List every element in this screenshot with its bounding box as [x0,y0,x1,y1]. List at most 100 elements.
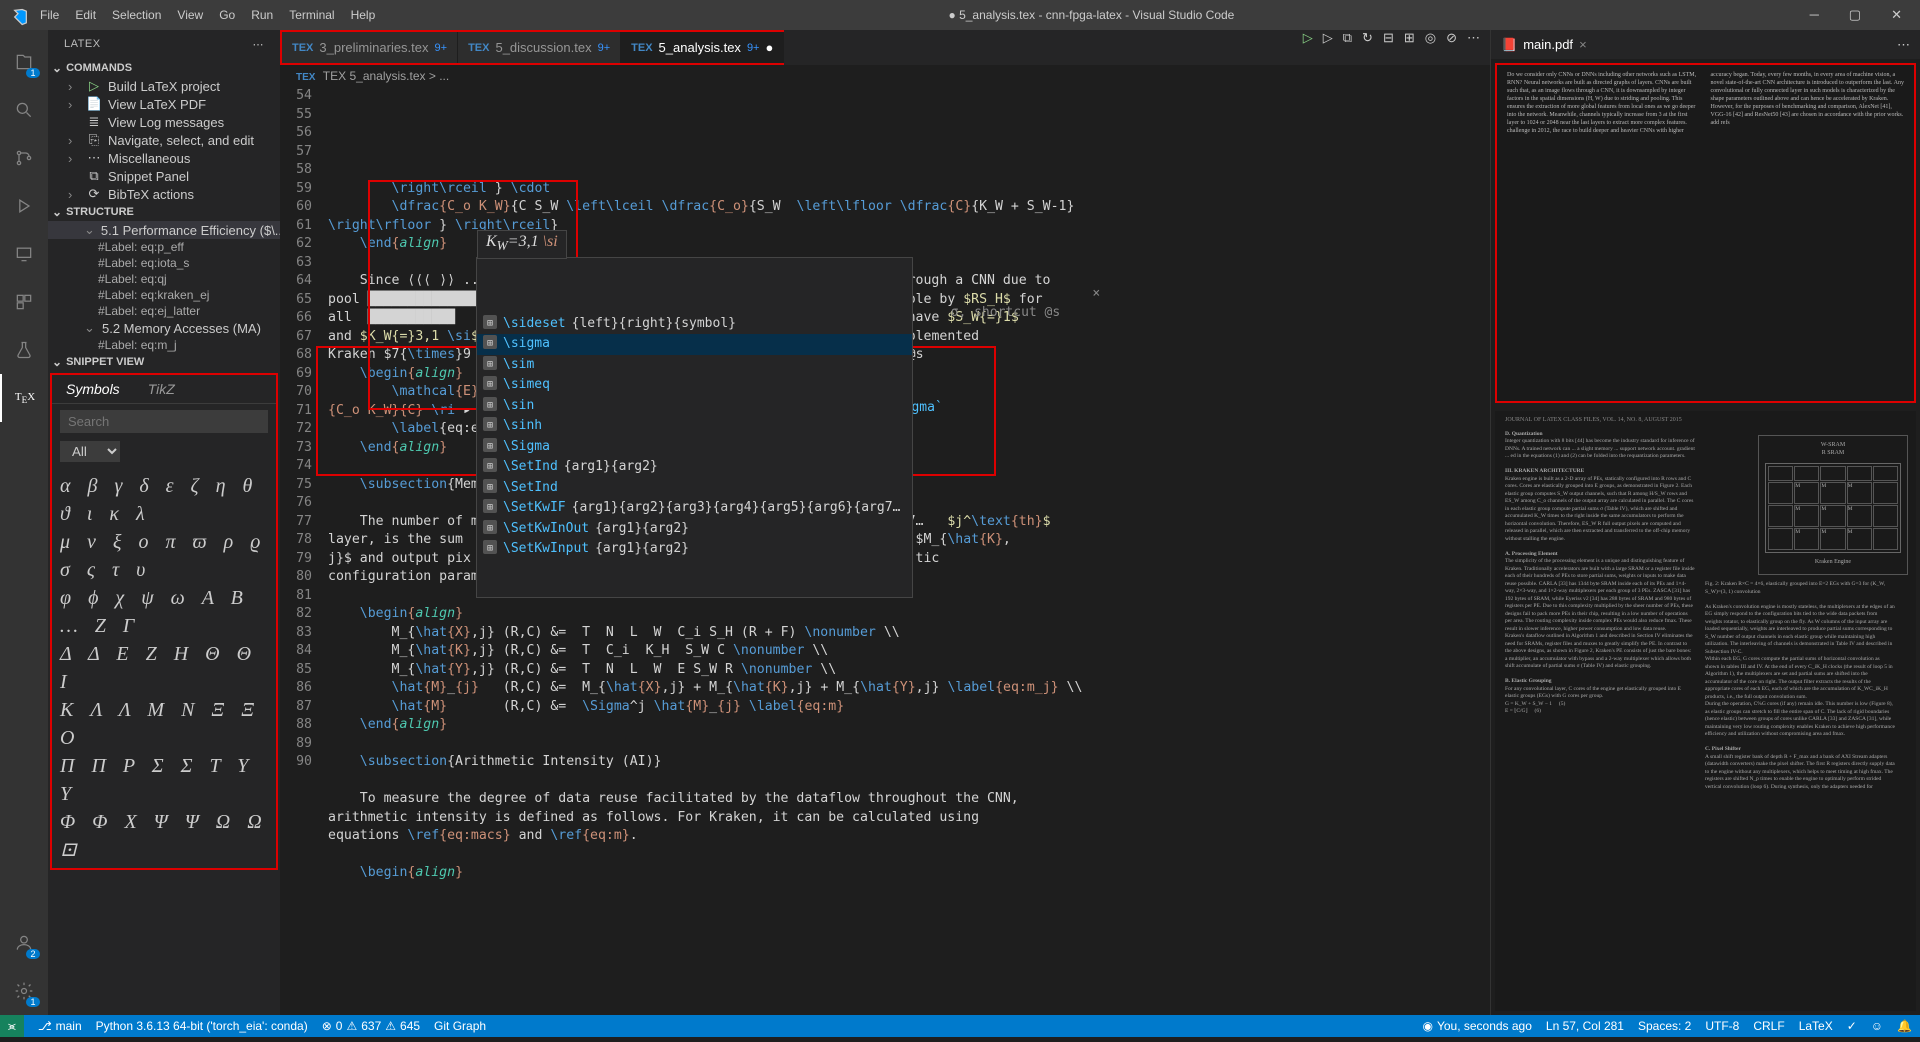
extensions-icon[interactable] [0,278,48,326]
source-control-icon[interactable] [0,134,48,182]
suggest-item[interactable]: ⊞\Sigma [477,437,912,458]
cmd-misc[interactable]: ›⋯Miscellaneous [48,149,280,167]
menu-go[interactable]: Go [211,8,243,22]
cmd-view-log[interactable]: ≣View Log messages [48,113,280,131]
pdf-more-icon[interactable]: ⋯ [1897,37,1910,53]
suggest-item[interactable]: ⊞\SetInd{arg1}{arg2} [477,457,912,478]
cmd-build[interactable]: ›▷Build LaTeX project [48,77,280,95]
label-qj[interactable]: #Label: eq:qj [48,271,280,287]
run-icon[interactable]: ▷ [1303,30,1313,65]
suggest-item[interactable]: ⊞\sideset{left}{right}{symbol} [477,314,912,335]
view-icon[interactable]: ⊞ [1404,30,1415,65]
cmd-view-pdf[interactable]: ›📄View LaTeX PDF [48,95,280,113]
pdf-viewer[interactable]: Do we consider only CNNs or DNNs includi… [1491,59,1920,1015]
python-env[interactable]: Python 3.6.13 64-bit ('torch_eia': conda… [96,1019,308,1033]
suggest-item[interactable]: ⊞\sinh [477,416,912,437]
tab-analysis[interactable]: TEX5_analysis.tex9+● [621,32,784,63]
check-icon[interactable]: ✓ [1847,1019,1857,1033]
sync-icon[interactable]: ◎ [1425,30,1436,65]
menu-file[interactable]: File [32,8,67,22]
intellisense-popup[interactable]: KW=3,1 \si ⊞\sideset{left}{right}{symbol… [476,257,913,598]
intellisense-hint: KW=3,1 \si [477,230,567,259]
feedback-icon[interactable]: ☺ [1871,1019,1883,1033]
snippet-view: Symbols TikZ All α β γ δ ε ζ η θ ϑ ι κ λ… [50,373,278,870]
cmd-navigate[interactable]: ›⎘Navigate, select, and edit [48,131,280,149]
struct-5.2[interactable]: ⌄5.2 Memory Accesses (MA) [48,319,280,337]
cursor-pos[interactable]: Ln 57, Col 281 [1546,1019,1624,1033]
menu-help[interactable]: Help [343,8,384,22]
suggest-item[interactable]: ⊞\SetKwIF{arg1}{arg2}{arg3}{arg4}{arg5}{… [477,498,912,519]
menu-view[interactable]: View [169,8,211,22]
tab-preliminaries[interactable]: TEX3_preliminaries.tex9+ [282,32,458,63]
latex-icon[interactable]: TEX [0,374,48,422]
git-graph[interactable]: Git Graph [434,1019,486,1033]
menu-run[interactable]: Run [243,8,281,22]
menu-terminal[interactable]: Terminal [281,8,342,22]
split-icon[interactable]: ⧉ [1343,30,1352,65]
language[interactable]: LaTeX [1799,1019,1833,1033]
cmd-bibtex[interactable]: ›⟳BibTeX actions [48,185,280,203]
snippet-filter-select[interactable]: All [60,441,120,462]
tab-discussion[interactable]: TEX5_discussion.tex9+ [458,32,621,63]
snippet-search-input[interactable] [60,410,268,433]
title-bar: File Edit Selection View Go Run Terminal… [0,0,1920,30]
section-snippet[interactable]: SNIPPET VIEW [48,353,280,371]
settings-icon[interactable]: 1 [0,967,48,1015]
code-editor[interactable]: 5455565758596061626364656667686970717273… [280,87,1490,1015]
bell-icon[interactable]: 🔔 [1897,1019,1912,1033]
testing-icon[interactable] [0,326,48,374]
cancel-icon[interactable]: ⊘ [1446,30,1457,65]
menu-selection[interactable]: Selection [104,8,169,22]
suggest-item[interactable]: ⊞\simeq [477,375,912,396]
more-icon[interactable]: ⋯ [1467,30,1480,65]
account-icon[interactable]: 2 [0,919,48,967]
maximize-button[interactable]: ▢ [1839,7,1871,23]
label-kraken-ej[interactable]: #Label: eq:kraken_ej [48,287,280,303]
label-ej-latter[interactable]: #Label: eq:ej_latter [48,303,280,319]
suggest-item[interactable]: ⊞\SetKwInput{arg1}{arg2} [477,539,912,560]
close-button[interactable]: ✕ [1881,7,1912,23]
struct-5.1[interactable]: ⌄5.1 Performance Efficiency ($\... [48,221,280,239]
section-structure[interactable]: STRUCTURE [48,203,280,221]
label-p-eff[interactable]: #Label: eq:p_eff [48,239,280,255]
pdf-figure: W-SRAM R SRAM MMM MMM MMM Kraken Engine [1758,435,1908,575]
pdf-panel: 📕 main.pdf × ⋯ Do we consider only CNNs … [1490,30,1920,1015]
eol[interactable]: CRLF [1753,1019,1784,1033]
explorer-icon[interactable]: 1 [0,38,48,86]
pdf-icon: 📕 [1501,37,1517,53]
code-lines[interactable]: KW=3,1 \si ⊞\sideset{left}{right}{symbol… [328,87,1490,1015]
symbols-grid[interactable]: α β γ δ ε ζ η θ ϑ ι κ λ μ ν ξ ο π ϖ ρ ϱ … [52,468,276,868]
blame[interactable]: ◉ You, seconds ago [1422,1019,1531,1033]
minimize-button[interactable]: ─ [1800,7,1829,23]
breadcrumb[interactable]: TEX TEX 5_analysis.tex > ... [280,65,1490,87]
run2-icon[interactable]: ▷ [1323,30,1333,65]
window-controls: ─ ▢ ✕ [1800,7,1912,23]
section-commands[interactable]: COMMANDS [48,59,280,77]
run-debug-icon[interactable] [0,182,48,230]
snippet-tab-tikz[interactable]: TikZ [134,375,189,403]
snippet-tab-symbols[interactable]: Symbols [52,375,134,403]
sidebar: LATEX⋯ COMMANDS ›▷Build LaTeX project ›📄… [48,30,280,1015]
encoding[interactable]: UTF-8 [1705,1019,1739,1033]
pdf-tab[interactable]: 📕 main.pdf × [1501,37,1587,53]
label-m-j[interactable]: #Label: eq:m_j [48,337,280,353]
suggest-item[interactable]: ⊞\sim [477,355,912,376]
search-icon[interactable] [0,86,48,134]
label-iota-s[interactable]: #Label: eq:iota_s [48,255,280,271]
cmd-snippet[interactable]: ⧉Snippet Panel [48,167,280,185]
line-gutter: 5455565758596061626364656667686970717273… [280,87,328,1015]
branch-indicator[interactable]: ⎇ main [38,1019,82,1033]
diff-icon[interactable]: ⊟ [1383,30,1394,65]
problems[interactable]: ⊗ 0 ⚠ 637 ⚠ 645 [322,1019,420,1033]
suggest-item[interactable]: ⊞\SetKwInOut{arg1}{arg2} [477,519,912,540]
suggest-item[interactable]: ⊞\sin [477,396,912,417]
remote-indicator[interactable]: ⪤ [0,1015,24,1037]
spaces[interactable]: Spaces: 2 [1638,1019,1691,1033]
editor-tabs: TEX3_preliminaries.tex9+ TEX5_discussion… [280,30,784,65]
menu-edit[interactable]: Edit [67,8,104,22]
suggest-item[interactable]: ⊞\SetInd [477,478,912,499]
pdf-close-icon[interactable]: × [1579,37,1587,52]
reload-icon[interactable]: ↻ [1362,30,1373,65]
remote-icon[interactable] [0,230,48,278]
suggest-item[interactable]: ⊞\sigma [477,334,912,355]
